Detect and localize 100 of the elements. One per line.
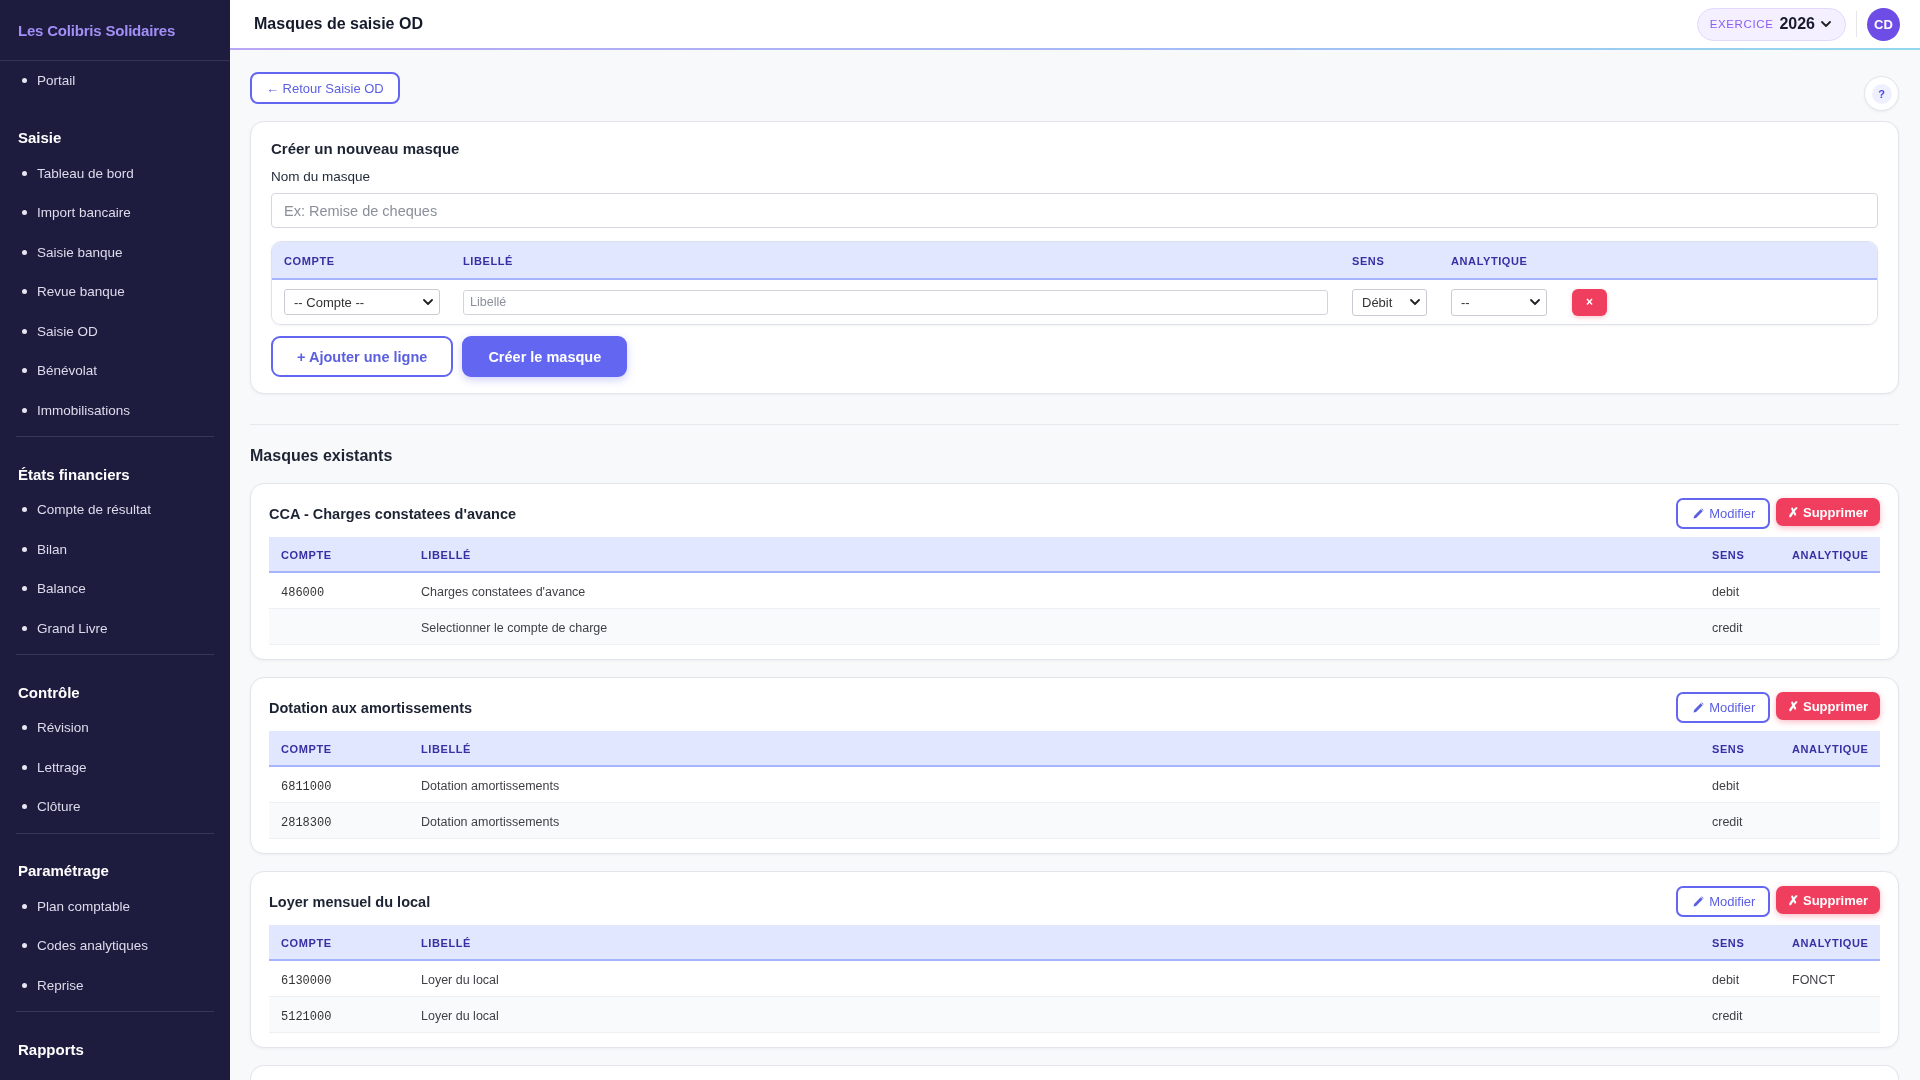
table-cell: Dotation amortissements: [421, 814, 560, 829]
account-select[interactable]: -- Compte --: [284, 289, 440, 315]
nav-link[interactable]: Immobilisations: [37, 402, 131, 418]
table-cell: Loyer du local: [421, 1008, 499, 1023]
direction-select[interactable]: Débit: [1352, 288, 1427, 316]
bullet-icon: [22, 586, 27, 592]
column-header: LIBELLÉ: [421, 743, 472, 755]
caret-icon: [423, 299, 433, 305]
field-label: Nom du masque: [271, 168, 372, 186]
nav-link[interactable]: Révision: [37, 720, 89, 736]
column-header: ANALYTIQUE: [1792, 549, 1869, 561]
delete-button[interactable]: ✗ Supprimer: [1776, 692, 1880, 720]
column-header: LIBELLÉ: [463, 255, 514, 267]
pencil-icon: [1693, 508, 1705, 519]
table-cell: 5121000: [281, 1009, 332, 1024]
bullet-icon: [22, 289, 27, 295]
nav-link[interactable]: Portail: [37, 73, 76, 89]
mask-name-input[interactable]: Ex: Remise de cheques: [271, 193, 1878, 228]
nav-section-title: Rapports: [18, 1040, 84, 1058]
nav-link[interactable]: Revue banque: [37, 284, 125, 300]
label-input[interactable]: Libellé: [463, 289, 1328, 315]
caret-icon: [1410, 299, 1420, 305]
table-cell: 6811000: [281, 779, 332, 794]
section-heading: Masques existants: [250, 446, 394, 466]
table-cell: debit: [1712, 778, 1740, 793]
bullet-icon: [22, 368, 27, 374]
nav-link[interactable]: Reprise: [37, 977, 84, 993]
table-cell: Loyer du local: [421, 972, 499, 987]
edit-button[interactable]: Modifier: [1676, 498, 1771, 529]
pencil-icon: [1693, 702, 1705, 713]
bullet-icon: [22, 546, 27, 552]
bullet-icon: [22, 943, 27, 949]
nav-link[interactable]: Grand Livre: [37, 620, 108, 636]
bullet-icon: [22, 725, 27, 731]
bullet-icon: [22, 507, 27, 513]
back-button[interactable]: ← Retour Saisie OD: [250, 72, 400, 104]
mask-title: CCA - Charges constatees d'avance: [269, 505, 517, 522]
help-button[interactable]: ?: [1864, 76, 1899, 111]
delete-button[interactable]: ✗ Supprimer: [1776, 886, 1880, 914]
create-mask-button[interactable]: Créer le masque: [462, 336, 628, 377]
column-header: SENS: [1712, 937, 1745, 949]
table-cell: 6130000: [281, 973, 332, 988]
nav-link[interactable]: Tableau de bord: [37, 165, 134, 181]
pencil-icon: [1693, 896, 1705, 907]
nav-link[interactable]: Saisie banque: [37, 244, 123, 260]
column-header: SENS: [1712, 743, 1745, 755]
bullet-icon: [22, 210, 27, 216]
nav-section-title: Saisie: [18, 129, 62, 146]
nav-link[interactable]: Codes analytiques: [37, 938, 149, 954]
nav-link[interactable]: Import bancaire: [37, 205, 131, 221]
table-cell: Dotation amortissements: [421, 778, 560, 793]
table-cell: 2818300: [281, 815, 332, 830]
fiscal-year-selector[interactable]: EXERCICE 2026: [1696, 7, 1846, 41]
nav-section-title: Contrôle: [18, 683, 80, 701]
nav-link[interactable]: Balance: [37, 581, 86, 597]
mask-title: Dotation aux amortissements: [269, 699, 473, 716]
column-header: ANALYTIQUE: [1792, 937, 1869, 949]
edit-button[interactable]: Modifier: [1676, 886, 1771, 917]
bullet-icon: [22, 982, 27, 988]
nav-link[interactable]: Lettrage: [37, 759, 87, 775]
column-header: LIBELLÉ: [421, 937, 472, 949]
column-header: ANALYTIQUE: [1792, 743, 1869, 755]
card-title: Créer un nouveau masque: [271, 139, 461, 159]
column-header: LIBELLÉ: [421, 549, 472, 561]
column-header: ANALYTIQUE: [1451, 255, 1528, 267]
column-header: SENS: [1352, 255, 1385, 267]
nav-section-title: Paramétrage: [18, 862, 109, 879]
add-line-button[interactable]: + Ajouter une ligne: [271, 336, 454, 377]
caret-icon: [1530, 299, 1540, 305]
bullet-icon: [22, 249, 27, 255]
chevron-down-icon: [1821, 21, 1831, 27]
bullet-icon: [22, 328, 27, 334]
column-header: COMPTE: [284, 255, 335, 267]
nav-link[interactable]: Bénévolat: [37, 363, 98, 379]
user-avatar[interactable]: CD: [1867, 7, 1900, 41]
nav-link[interactable]: Plan comptable: [37, 898, 131, 914]
column-header: SENS: [1712, 549, 1745, 561]
remove-line-button[interactable]: ×: [1572, 288, 1607, 316]
table-cell: FONCT: [1792, 972, 1836, 987]
nav-link[interactable]: Bilan: [37, 541, 68, 557]
bullet-icon: [22, 764, 27, 770]
nav-link[interactable]: Saisie OD: [37, 323, 98, 339]
page-title: Masques de saisie OD: [254, 15, 423, 33]
nav-link[interactable]: Clôture: [37, 799, 81, 815]
nav-link[interactable]: Compte de résultat: [37, 502, 152, 518]
table-cell: debit: [1712, 584, 1740, 599]
bullet-icon: [22, 407, 27, 413]
column-header: COMPTE: [281, 937, 332, 949]
table-cell: 486000: [281, 585, 325, 600]
delete-button[interactable]: ✗ Supprimer: [1776, 498, 1880, 526]
brand-name: Les Colibris Solidaires: [18, 21, 176, 39]
edit-button[interactable]: Modifier: [1676, 692, 1771, 723]
table-cell: Selectionner le compte de charge: [421, 620, 608, 635]
bullet-icon: [22, 804, 27, 810]
bullet-icon: [22, 78, 27, 84]
nav-section-title: États financiers: [18, 465, 130, 483]
analytic-select[interactable]: --: [1451, 288, 1547, 316]
column-header: COMPTE: [281, 549, 332, 561]
table-cell: credit: [1712, 1008, 1743, 1023]
bullet-icon: [22, 170, 27, 176]
